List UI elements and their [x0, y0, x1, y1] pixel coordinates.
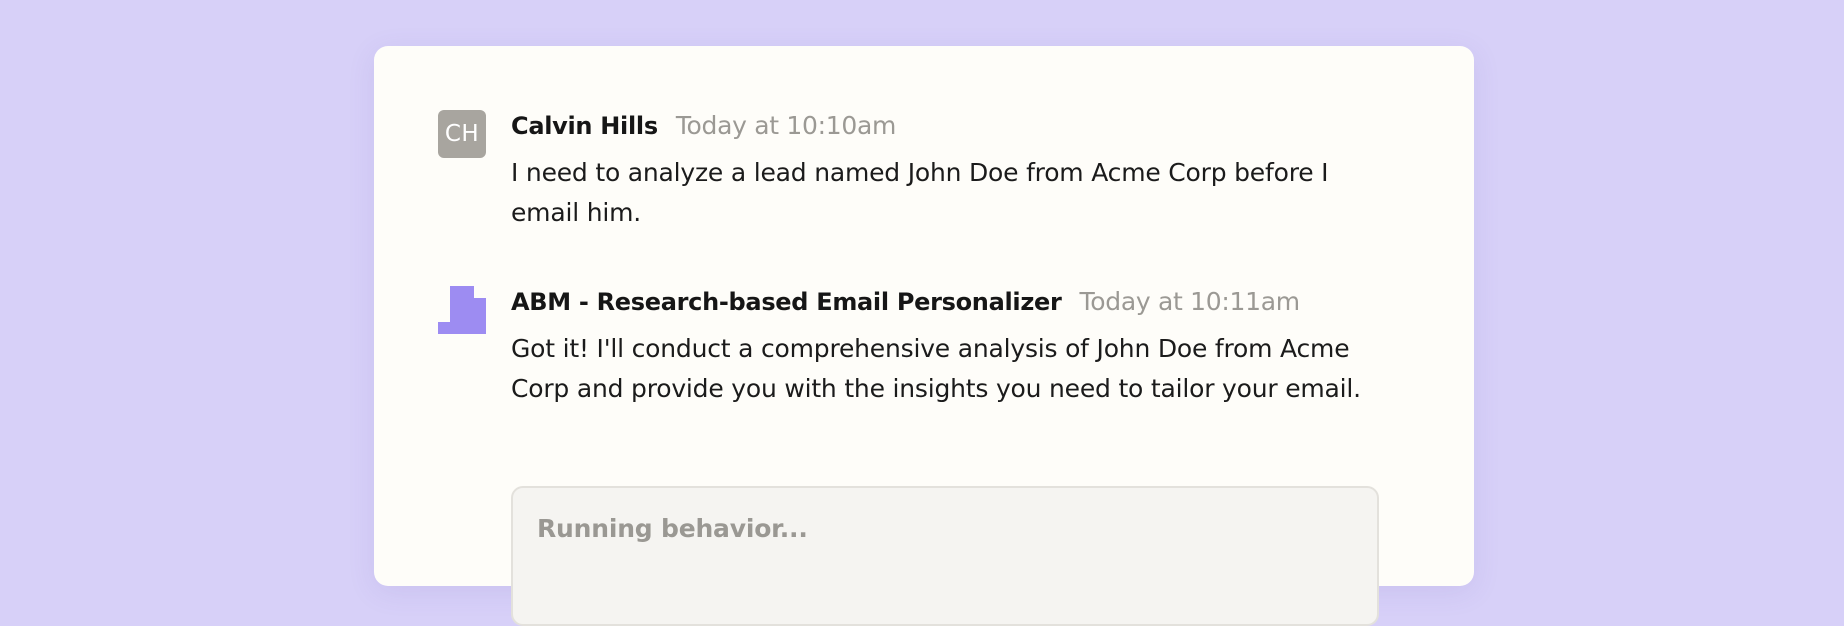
chat-message: CH Calvin Hills Today at 10:10am I need …: [438, 110, 1378, 233]
message-text: I need to analyze a lead named John Doe …: [511, 158, 1329, 227]
agent-logo-shape: [438, 286, 486, 334]
chat-message: ABM - Research-based Email Personalizer …: [438, 286, 1378, 409]
message-header: Calvin Hills Today at 10:10am: [511, 111, 1378, 141]
message-author[interactable]: Calvin Hills: [511, 112, 658, 140]
running-behavior-panel[interactable]: Running behavior...: [511, 486, 1379, 626]
message-header: ABM - Research-based Email Personalizer …: [511, 287, 1378, 317]
message-content: ABM - Research-based Email Personalizer …: [511, 287, 1378, 409]
behavior-status-label: Running behavior...: [537, 514, 808, 543]
message-text: Got it! I'll conduct a comprehensive ana…: [511, 334, 1361, 403]
avatar[interactable]: CH: [438, 110, 486, 158]
message-content: Calvin Hills Today at 10:10am I need to …: [511, 111, 1378, 233]
agent-logo-icon[interactable]: [438, 286, 486, 334]
message-timestamp: Today at 10:10am: [675, 111, 897, 140]
message-author[interactable]: ABM - Research-based Email Personalizer: [511, 288, 1062, 316]
message-timestamp: Today at 10:11am: [1079, 287, 1301, 316]
chat-card: CH Calvin Hills Today at 10:10am I need …: [374, 46, 1474, 626]
